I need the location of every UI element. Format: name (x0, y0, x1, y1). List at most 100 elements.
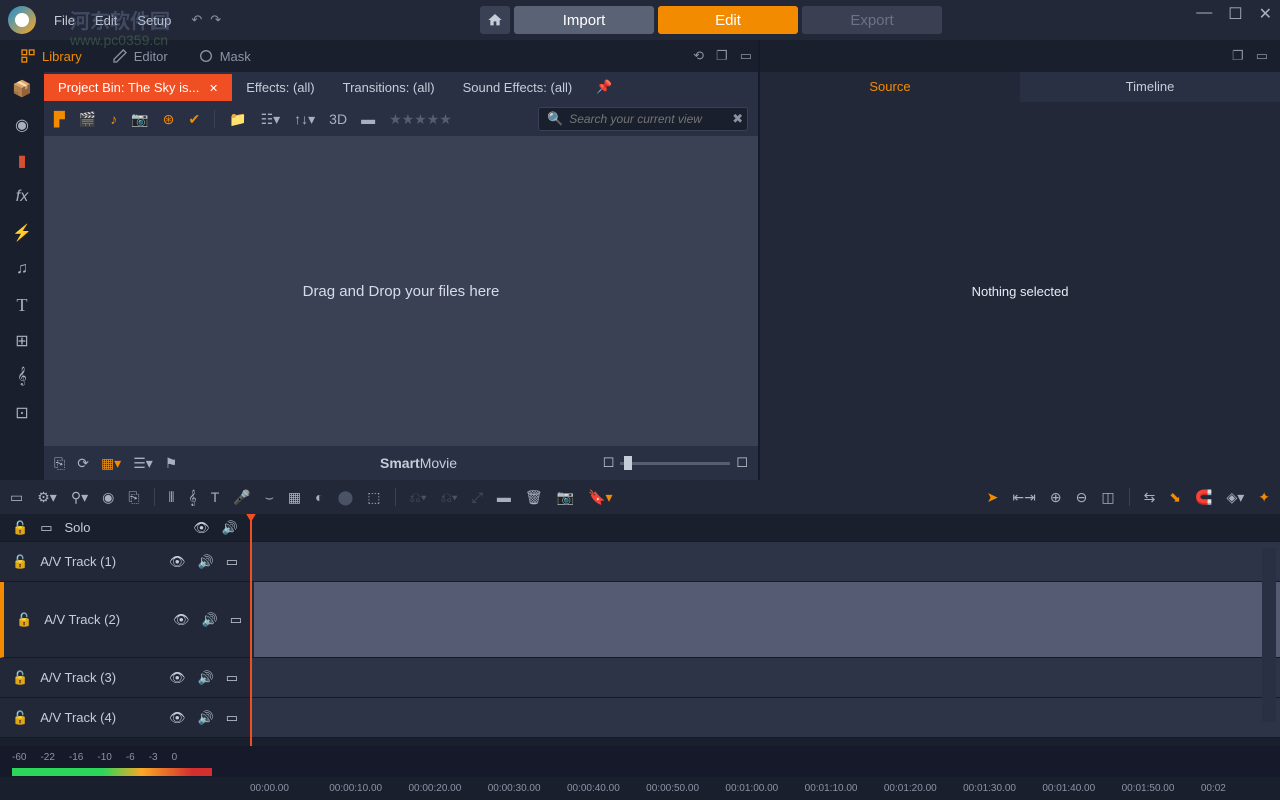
tl-range-icon[interactable]: ◫ (1101, 489, 1114, 506)
preview-fullscreen-icon[interactable]: ▭ (1256, 48, 1268, 64)
track-lane[interactable] (254, 582, 1280, 657)
solo-label[interactable]: Solo (64, 520, 181, 535)
menu-file[interactable]: File (46, 9, 83, 32)
visibility-icon[interactable]: 👁 (169, 670, 186, 686)
mute-icon[interactable]: 🔊 (202, 612, 218, 628)
popout-icon[interactable]: ❐ (716, 48, 728, 64)
lock-icon[interactable]: 🔓 (12, 670, 28, 686)
monitor-icon[interactable]: ▭ (226, 554, 238, 570)
close-button[interactable]: ✕ (1259, 4, 1272, 24)
lock-icon[interactable]: 🔓 (12, 710, 28, 726)
tl-keyframe-icon[interactable]: ◈▾ (1226, 489, 1244, 506)
preview-tab-source[interactable]: Source (760, 72, 1020, 102)
track-name[interactable]: A/V Track (2) (44, 612, 161, 627)
home-button[interactable] (480, 6, 510, 34)
menu-edit[interactable]: Edit (87, 9, 125, 32)
pin-tab-icon[interactable]: 📌 (590, 73, 618, 101)
tab-library[interactable]: Library (6, 42, 96, 70)
preview-tab-timeline[interactable]: Timeline (1020, 72, 1280, 102)
sync-icon[interactable]: ⟳ (77, 455, 89, 472)
track-name[interactable]: A/V Track (4) (40, 710, 157, 725)
redo-icon[interactable]: ↷ (210, 12, 221, 28)
folder-open-icon[interactable]: 📁 (229, 111, 246, 128)
project-filter-icon[interactable]: ⊛ (163, 111, 175, 128)
audio-filter-icon[interactable]: ♪ (110, 111, 117, 127)
tl-3d-icon[interactable]: ⬚ (367, 489, 380, 506)
sort-icon[interactable]: ↑↓▾ (294, 111, 315, 128)
tl-multicam-icon[interactable]: ▦ (288, 489, 301, 506)
list-view-icon[interactable]: ☰▾ (133, 455, 153, 472)
search-box[interactable]: 🔍 ✖ (538, 107, 748, 131)
tl-trim-icon[interactable]: ⎌▾ (441, 489, 458, 506)
minimize-button[interactable]: — (1196, 4, 1212, 24)
tl-fx-icon[interactable]: ◐ (315, 489, 323, 505)
zoom-thumb[interactable] (624, 456, 632, 470)
sidebar-projectbin-icon[interactable]: 📦 (10, 78, 34, 100)
tl-insert-icon[interactable]: ⬊ (1169, 489, 1181, 506)
tl-toggle-icon[interactable]: ✦ (1258, 489, 1270, 506)
tl-clef-icon[interactable]: 𝄞 (188, 489, 196, 506)
preview-popout-icon[interactable]: ❐ (1232, 48, 1244, 64)
track-lane[interactable] (250, 698, 1280, 737)
tl-link-icon[interactable]: ⬤ (338, 489, 354, 506)
refresh-icon[interactable]: ⟲ (693, 48, 704, 64)
sidebar-clef-icon[interactable]: 𝄞 (10, 366, 34, 388)
tl-marker-add-icon[interactable]: 🔖▾ (588, 489, 612, 506)
track-lane[interactable] (250, 542, 1280, 581)
track-lane[interactable] (250, 658, 1280, 697)
tl-settings-icon[interactable]: ⚙▾ (37, 489, 57, 506)
tl-zoomin-icon[interactable]: ⊕ (1050, 489, 1062, 506)
track-row-3[interactable]: 🔓 A/V Track (3) 👁 🔊 ▭ (0, 658, 1280, 698)
storyboard-icon[interactable]: ▭ (40, 520, 52, 536)
tl-copy-icon[interactable]: ⎘ (128, 489, 139, 506)
libtab-projectbin[interactable]: Project Bin: The Sky is... ✕ (44, 74, 232, 101)
track-row-1[interactable]: 🔓 A/V Track (1) 👁 🔊 ▭ (0, 542, 1280, 582)
sidebar-montage-icon[interactable]: ⊞ (10, 330, 34, 352)
libtab-transitions[interactable]: Transitions: (all) (329, 74, 449, 101)
tl-pointer-icon[interactable]: ➤ (987, 489, 999, 506)
tl-disc-icon[interactable]: ◉ (102, 489, 114, 506)
tl-delete-mode-icon[interactable]: ▬ (497, 489, 511, 505)
vertical-scrollbar[interactable] (1262, 548, 1276, 722)
tl-mixer-icon[interactable]: ⫴ (169, 489, 175, 506)
menu-setup[interactable]: Setup (129, 9, 179, 32)
track-row-4[interactable]: 🔓 A/V Track (4) 👁 🔊 ▭ (0, 698, 1280, 738)
tl-snap-icon[interactable]: ⇆ (1144, 489, 1156, 506)
time-ruler[interactable]: 00:00.00 00:00:10.00 00:00:20.00 00:00:3… (0, 776, 1280, 800)
tl-voiceover-icon[interactable]: 🎤 (233, 489, 250, 506)
clear-search-icon[interactable]: ✖ (732, 111, 743, 127)
scene-icon[interactable]: ⚑ (165, 455, 178, 472)
lock-icon[interactable]: 🔓 (16, 612, 32, 628)
import-media-icon[interactable]: ▛ (54, 111, 65, 128)
mute-icon[interactable]: 🔊 (198, 670, 214, 686)
sidebar-text-icon[interactable]: T (10, 294, 34, 316)
tl-marker-icon[interactable]: ⚲▾ (71, 489, 88, 506)
close-tab-icon[interactable]: ✕ (209, 83, 218, 95)
lock-icon[interactable]: 🔓 (12, 554, 28, 570)
tl-split-icon[interactable]: ⎌▾ (410, 489, 427, 506)
libtab-effects[interactable]: Effects: (all) (232, 74, 328, 101)
visibility-icon[interactable]: 👁 (169, 710, 186, 726)
tl-zoomout-icon[interactable]: ⊖ (1076, 489, 1088, 506)
export-button[interactable]: Export (802, 6, 942, 34)
mute-all-icon[interactable]: 🔊 (222, 520, 238, 536)
mute-icon[interactable]: 🔊 (198, 554, 214, 570)
monitor-icon[interactable]: ▭ (226, 710, 238, 726)
tl-slip-icon[interactable]: ⤢ (472, 489, 483, 506)
grid-view-icon[interactable]: ▦▾ (101, 455, 121, 472)
libtab-soundeffects[interactable]: Sound Effects: (all) (449, 74, 587, 101)
playhead[interactable] (250, 514, 252, 746)
tl-title-icon[interactable]: T (211, 489, 220, 505)
visibility-icon[interactable]: 👁 (173, 612, 190, 628)
tl-ducking-icon[interactable]: ⌣ (265, 489, 274, 506)
tl-magnet-icon[interactable]: 🧲 (1195, 489, 1212, 506)
smartmovie-button[interactable]: SmartMovie (380, 455, 457, 471)
threed-toggle[interactable]: 3D (329, 111, 347, 127)
search-input[interactable] (569, 112, 726, 126)
sidebar-folder-icon[interactable]: ▮ (10, 150, 34, 172)
sidebar-bolt-icon[interactable]: ⚡ (10, 222, 34, 244)
zoom-track[interactable] (620, 462, 730, 465)
monitor-icon[interactable]: ▭ (226, 670, 238, 686)
sidebar-fx-icon[interactable]: fx (10, 186, 34, 208)
undo-icon[interactable]: ↶ (191, 12, 202, 28)
